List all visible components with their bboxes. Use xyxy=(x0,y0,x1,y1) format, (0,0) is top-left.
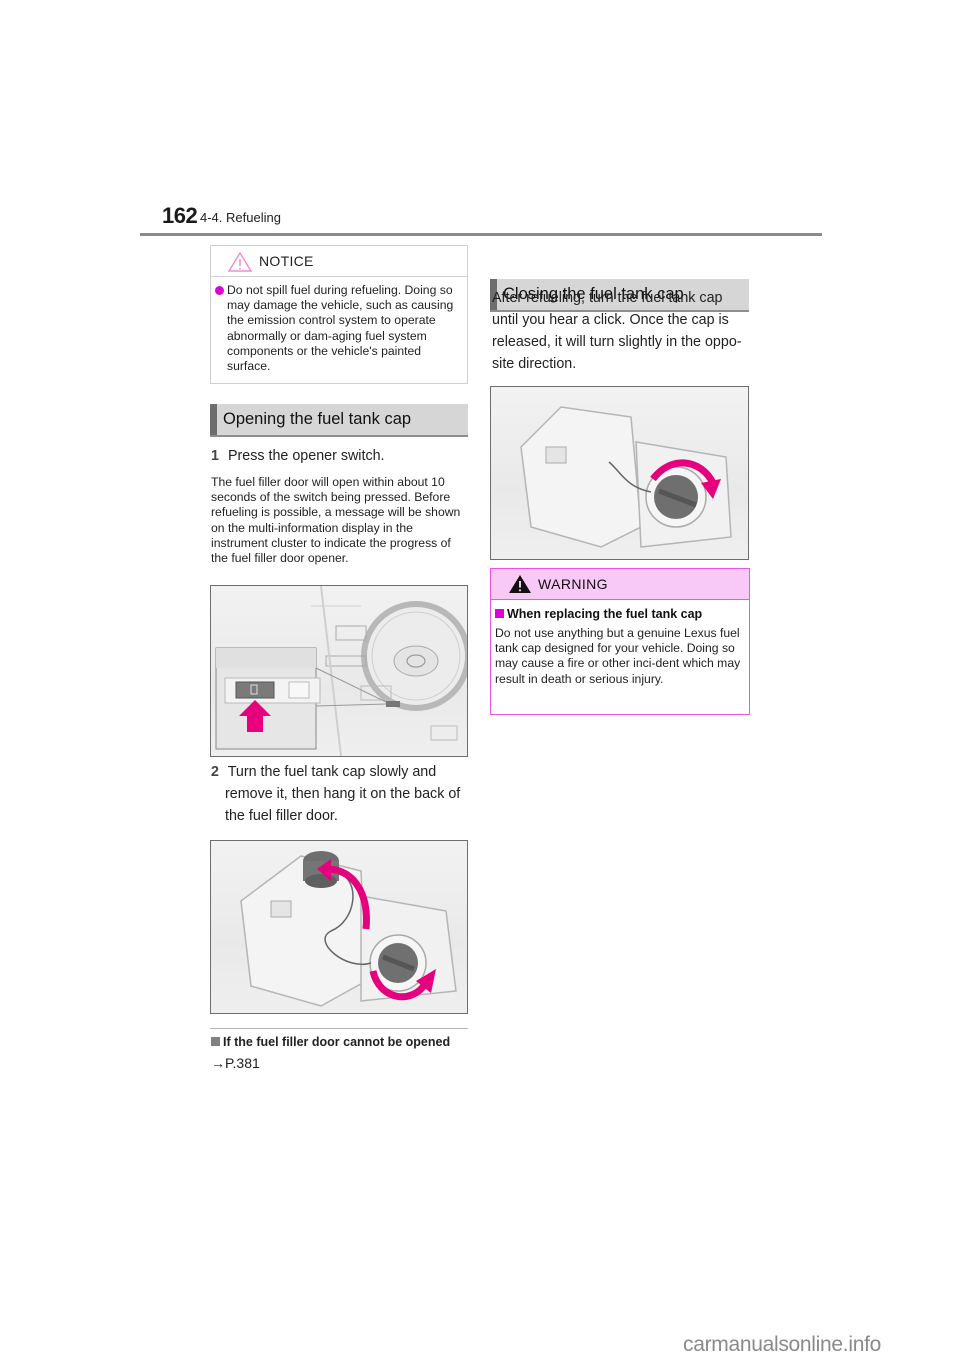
figure-close-cap xyxy=(490,386,749,560)
closing-instructions: After refueling, turn the fuel tank cap … xyxy=(492,290,742,372)
step-2: 2 Turn the fuel tank cap slowly and remo… xyxy=(211,761,471,827)
page-reference-link[interactable]: →P.381 xyxy=(211,1055,260,1071)
warning-subheading-text: When replacing the fuel tank cap xyxy=(507,607,703,621)
step-1: 1 Press the opener switch. xyxy=(211,445,385,467)
section-title: 4-4. Refueling xyxy=(200,210,281,225)
warning-label: WARNING xyxy=(538,576,608,592)
subsection-divider xyxy=(210,1028,468,1029)
step-1-description: The fuel filler door will open within ab… xyxy=(211,475,461,566)
notice-label: NOTICE xyxy=(259,253,314,269)
warning-header: WARNING xyxy=(491,569,749,600)
bullet-dot-icon xyxy=(215,286,224,295)
notice-text: Do not spill fuel during refueling. Doin… xyxy=(227,283,454,374)
square-bullet-icon xyxy=(211,1037,220,1046)
figure-opener-switch xyxy=(210,585,468,757)
note-heading-text: If the fuel filler door cannot be opened xyxy=(223,1035,451,1049)
notice-item: Do not spill fuel during refueling. Doin… xyxy=(211,277,467,374)
fuel-door-close-illustration xyxy=(520,406,732,548)
step-number: 2 xyxy=(211,764,219,780)
warning-text: Do not use anything but a genuine Lexus … xyxy=(495,626,741,686)
caution-triangle-icon xyxy=(228,252,252,272)
page-number: 162 xyxy=(162,203,198,228)
step-text-rest: remove it, then hang it on the back of t… xyxy=(225,786,461,824)
watermark: carmanualsonline.info xyxy=(683,1333,881,1356)
warning-box: WARNING When replacing the fuel tank cap… xyxy=(490,568,750,715)
section-heading-opening: Opening the fuel tank cap xyxy=(210,404,468,437)
warning-triangle-icon xyxy=(509,575,531,593)
warning-subheading: When replacing the fuel tank cap xyxy=(491,600,749,621)
notice-box: NOTICE Do not spill fuel during refuelin… xyxy=(210,245,468,384)
step-text-line1: Turn the fuel tank cap slowly and xyxy=(227,764,437,780)
notice-header: NOTICE xyxy=(211,246,467,277)
dashboard-illustration xyxy=(215,586,467,756)
step-number: 1 xyxy=(211,448,219,464)
figure-remove-cap xyxy=(210,840,468,1014)
header-divider xyxy=(140,233,822,236)
heading-accent-bar xyxy=(210,404,217,435)
note-heading: If the fuel filler door cannot be opened xyxy=(211,1035,450,1049)
fuel-door-open-illustration xyxy=(240,851,457,1007)
step-text: Press the opener switch. xyxy=(227,448,385,464)
square-bullet-icon xyxy=(495,609,504,618)
heading-text: Opening the fuel tank cap xyxy=(223,410,412,428)
